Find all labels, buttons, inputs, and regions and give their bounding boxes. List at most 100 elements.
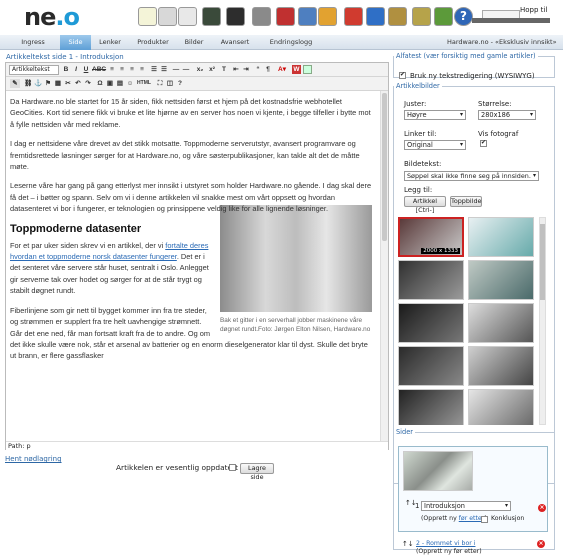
image-thumbnail[interactable]: [398, 346, 464, 386]
calendar-icon[interactable]: [434, 7, 453, 26]
image-thumbnail[interactable]: 2000 x 1333: [398, 217, 464, 257]
thumbnail-scroll-thumb[interactable]: [540, 224, 545, 300]
clear-format-icon[interactable]: T: [220, 65, 228, 74]
tab-lenker[interactable]: Lenker: [91, 35, 129, 50]
rule-icon[interactable]: ―: [182, 65, 190, 74]
image-insert-icon[interactable]: [303, 65, 312, 74]
delete-page-1-icon[interactable]: ×: [538, 504, 546, 512]
numbered-list-icon[interactable]: ☰: [160, 65, 168, 74]
bildetekst-input[interactable]: Søppel skal ikke finne seg på innsiden.: [404, 171, 539, 181]
page-2-link[interactable]: 2 - Rommet vi bor i: [416, 540, 475, 547]
html-source-button[interactable]: HTML: [136, 79, 152, 88]
magnifier-icon[interactable]: [252, 7, 271, 26]
bold-button[interactable]: B: [62, 65, 70, 74]
new-document-icon[interactable]: [138, 7, 157, 26]
globe-icon[interactable]: [366, 7, 385, 26]
editor-content[interactable]: Da Hardware.no ble startet for 15 år sid…: [6, 91, 380, 443]
paste-word-icon[interactable]: W: [292, 65, 301, 74]
page-1-card[interactable]: ↑↓ 1 Introduksjon (Opprett ny før etter)…: [398, 446, 548, 532]
preview-icon[interactable]: ◫: [166, 79, 174, 88]
tab-bilder[interactable]: Bilder: [177, 35, 211, 50]
align-right-icon[interactable]: ≡: [128, 65, 136, 74]
users-icon[interactable]: [388, 7, 407, 26]
table-icon[interactable]: ▦: [54, 79, 62, 88]
notepad-icon[interactable]: [412, 7, 431, 26]
strikethrough-button[interactable]: ABC: [92, 65, 106, 74]
wysiwyg-checkbox[interactable]: [399, 71, 406, 79]
superscript-icon[interactable]: x²: [208, 65, 216, 74]
image-thumbnail[interactable]: [468, 260, 534, 300]
image-thumbnail[interactable]: [468, 346, 534, 386]
special-char-icon[interactable]: Ω: [96, 79, 104, 88]
hent-nodlagring-link[interactable]: Hent nødlagring: [5, 455, 62, 463]
justify-icon[interactable]: ≡: [138, 65, 146, 74]
image-thumbnail[interactable]: [468, 217, 534, 257]
juster-select[interactable]: Høyre: [404, 110, 466, 120]
paragraph-4-text-a: For et par uker siden skrev vi en artikk…: [10, 240, 166, 250]
redo-icon[interactable]: ↷: [84, 79, 92, 88]
article-figure[interactable]: Bak et gitter i en serverhall jobber mas…: [220, 204, 372, 334]
page-1-title-input[interactable]: Introduksjon: [421, 501, 511, 511]
konklusjon-checkbox[interactable]: [481, 516, 488, 523]
linker-select[interactable]: Original: [404, 140, 466, 150]
camera-icon[interactable]: [226, 7, 245, 26]
horizontal-rule-icon[interactable]: —: [172, 65, 180, 74]
italic-button[interactable]: I: [72, 65, 80, 74]
cleanup-icon[interactable]: ✂: [64, 79, 72, 88]
help-icon[interactable]: ?: [176, 79, 184, 88]
subscript-icon[interactable]: x₂: [196, 65, 204, 74]
image-thumbnail[interactable]: [398, 260, 464, 300]
image-icon[interactable]: [202, 7, 221, 26]
link-icon[interactable]: ⛓: [24, 79, 32, 88]
editor-scroll-thumb[interactable]: [382, 93, 387, 241]
block-icon[interactable]: ¶: [264, 65, 272, 74]
fullscreen-icon[interactable]: ⛶: [156, 79, 164, 88]
align-left-icon[interactable]: ≡: [108, 65, 116, 74]
align-center-icon[interactable]: ≡: [118, 65, 126, 74]
outdent-icon[interactable]: ⇥: [242, 65, 250, 74]
page-2-arrows[interactable]: ↑↓: [402, 540, 414, 548]
anchor-icon[interactable]: ⚑: [44, 79, 52, 88]
undo-icon[interactable]: ↶: [74, 79, 82, 88]
unlink-icon[interactable]: ⚓: [34, 79, 42, 88]
save-button[interactable]: Lagre side: [240, 463, 274, 481]
linker-label: Linker til:: [404, 130, 437, 138]
tab-endringslogg[interactable]: Endringslogg: [259, 35, 323, 50]
editor-scrollbar[interactable]: [380, 91, 388, 443]
artikkelbilder-legend: Artikkelbilder: [396, 82, 440, 90]
emoticon-icon[interactable]: ☺: [126, 79, 134, 88]
artikkel-button[interactable]: Artikkel [Ctrl-]: [404, 196, 446, 214]
text-color-icon[interactable]: A▾: [276, 65, 288, 74]
bullet-list-icon[interactable]: ☰: [150, 65, 158, 74]
people-icon[interactable]: [298, 7, 317, 26]
edit-icon[interactable]: ✎: [10, 79, 20, 88]
updated-checkbox[interactable]: [229, 464, 236, 471]
tab-produkter[interactable]: Produkter: [129, 35, 177, 50]
delete-page-2-icon[interactable]: ×: [537, 540, 545, 548]
mail-red-icon[interactable]: [344, 7, 363, 26]
folder-icon[interactable]: [178, 7, 197, 26]
style-select[interactable]: Artikkeltekst: [9, 65, 59, 75]
server-rack-photo: [220, 204, 372, 312]
indent-icon[interactable]: ⇤: [232, 65, 240, 74]
help-icon[interactable]: ?: [454, 7, 473, 26]
image-thumbnail[interactable]: [468, 389, 534, 425]
thumbnail-scrollbar[interactable]: [539, 217, 546, 425]
mail-icon[interactable]: [318, 7, 337, 26]
underline-button[interactable]: U: [82, 65, 90, 74]
vis-fotograf-checkbox[interactable]: [480, 139, 487, 147]
quote-icon[interactable]: “: [254, 65, 262, 74]
tab-ingress[interactable]: Ingress: [6, 35, 60, 50]
site-logo[interactable]: ne.o: [24, 3, 80, 31]
image-thumbnail[interactable]: [468, 303, 534, 343]
storrelse-select[interactable]: 280x186: [478, 110, 536, 120]
image-thumbnail[interactable]: [398, 303, 464, 343]
tab-side[interactable]: Side: [60, 35, 91, 50]
media-icon[interactable]: ▣: [106, 79, 114, 88]
image-thumbnail[interactable]: [398, 389, 464, 425]
toppbilde-button[interactable]: Toppbilde: [450, 196, 482, 207]
playing-cards-icon[interactable]: [276, 7, 295, 26]
documents-icon[interactable]: [158, 7, 177, 26]
tab-avansert[interactable]: Avansert: [211, 35, 259, 50]
image-icon[interactable]: ▤: [116, 79, 124, 88]
